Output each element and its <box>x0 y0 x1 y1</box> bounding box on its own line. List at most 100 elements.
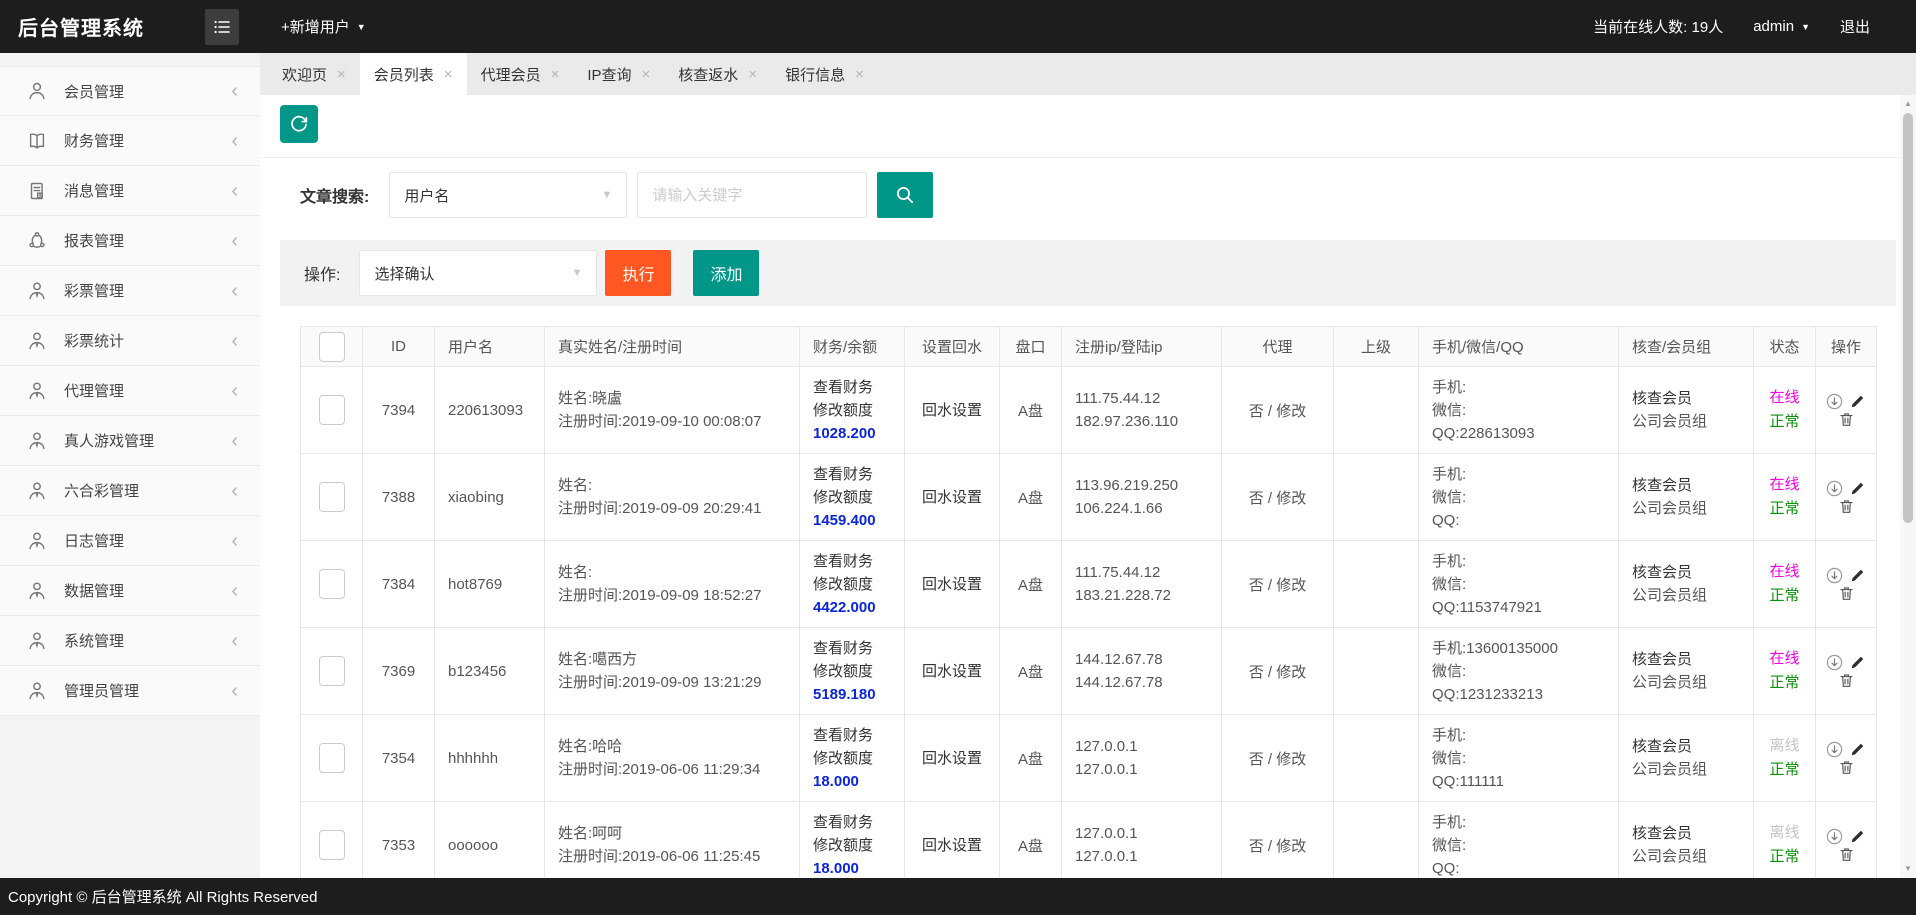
search-field-select[interactable]: 用户名 ▼ <box>389 172 627 218</box>
row-checkbox[interactable] <box>319 569 345 599</box>
tab-IP查询[interactable]: IP查询× <box>573 53 664 95</box>
check-member-link[interactable]: 核查会员 <box>1632 648 1692 671</box>
rebate-settings-link[interactable]: 回水设置 <box>922 573 982 596</box>
sidebar-item-label: 数据管理 <box>64 580 124 601</box>
scroll-down-icon[interactable]: ▼ <box>1900 862 1916 876</box>
select-all-checkbox[interactable] <box>319 332 345 362</box>
edit-icon[interactable] <box>1849 480 1866 497</box>
close-icon[interactable]: × <box>444 66 453 83</box>
row-checkbox[interactable] <box>319 482 345 512</box>
row-checkbox[interactable] <box>319 656 345 686</box>
scroll-up-icon[interactable]: ▲ <box>1900 97 1916 111</box>
vertical-scrollbar[interactable]: ▲ ▼ <box>1900 95 1916 878</box>
modify-quota-link[interactable]: 修改额度 <box>813 486 873 509</box>
scrollbar-thumb[interactable] <box>1903 113 1913 523</box>
tab-核查返水[interactable]: 核查返水× <box>664 53 771 95</box>
delete-icon[interactable] <box>1838 759 1855 776</box>
tab-欢迎页[interactable]: 欢迎页× <box>268 53 360 95</box>
download-icon[interactable] <box>1826 828 1843 845</box>
sidebar-item-财务管理[interactable]: 财务管理‹ <box>0 116 260 166</box>
edit-icon[interactable] <box>1849 828 1866 845</box>
edit-icon[interactable] <box>1849 741 1866 758</box>
modify-quota-link[interactable]: 修改额度 <box>813 573 873 596</box>
row-checkbox[interactable] <box>319 395 345 425</box>
delete-icon[interactable] <box>1838 672 1855 689</box>
download-icon[interactable] <box>1826 567 1843 584</box>
modify-quota-link[interactable]: 修改额度 <box>813 399 873 422</box>
menu-toggle-button[interactable] <box>205 9 239 45</box>
row-checkbox[interactable] <box>319 743 345 773</box>
refresh-button[interactable] <box>280 105 318 143</box>
rebate-settings-link[interactable]: 回水设置 <box>922 660 982 683</box>
delete-icon[interactable] <box>1838 498 1855 515</box>
check-member-link[interactable]: 核查会员 <box>1632 735 1692 758</box>
rebate-settings-link[interactable]: 回水设置 <box>922 486 982 509</box>
sidebar-item-系统管理[interactable]: 系统管理‹ <box>0 616 260 666</box>
edit-icon[interactable] <box>1849 393 1866 410</box>
sidebar-item-彩票统计[interactable]: 彩票统计‹ <box>0 316 260 366</box>
view-finance-link[interactable]: 查看财务 <box>813 724 873 747</box>
agent-modify-link[interactable]: 否 / 修改 <box>1222 454 1334 541</box>
tab-银行信息[interactable]: 银行信息× <box>771 53 878 95</box>
edit-icon[interactable] <box>1849 567 1866 584</box>
execute-button[interactable]: 执行 <box>605 250 671 296</box>
delete-icon[interactable] <box>1838 411 1855 428</box>
operation-select[interactable]: 选择确认 ▼ <box>359 250 597 296</box>
keyword-input[interactable] <box>637 172 867 218</box>
download-icon[interactable] <box>1826 393 1843 410</box>
check-member-link[interactable]: 核查会员 <box>1632 822 1692 845</box>
search-button[interactable] <box>877 172 933 218</box>
sidebar-item-管理员管理[interactable]: 管理员管理‹ <box>0 666 260 716</box>
rebate-settings-link[interactable]: 回水设置 <box>922 747 982 770</box>
cell-plate: A盘 <box>1000 454 1062 541</box>
sidebar-item-六合彩管理[interactable]: 六合彩管理‹ <box>0 466 260 516</box>
user-menu[interactable]: admin ▼ <box>1753 18 1810 35</box>
download-icon[interactable] <box>1826 654 1843 671</box>
logout-button[interactable]: 退出 <box>1840 16 1870 37</box>
rebate-settings-link[interactable]: 回水设置 <box>922 834 982 857</box>
close-icon[interactable]: × <box>855 66 864 83</box>
rebate-settings-link[interactable]: 回水设置 <box>922 399 982 422</box>
sidebar-item-代理管理[interactable]: 代理管理‹ <box>0 366 260 416</box>
row-checkbox[interactable] <box>319 830 345 860</box>
sidebar-item-真人游戏管理[interactable]: 真人游戏管理‹ <box>0 416 260 466</box>
sidebar-item-会员管理[interactable]: 会员管理‹ <box>0 66 260 116</box>
sidebar-item-数据管理[interactable]: 数据管理‹ <box>0 566 260 616</box>
close-icon[interactable]: × <box>551 66 560 83</box>
tab-会员列表[interactable]: 会员列表× <box>360 53 467 95</box>
modify-quota-link[interactable]: 修改额度 <box>813 660 873 683</box>
agent-modify-link[interactable]: 否 / 修改 <box>1222 628 1334 715</box>
close-icon[interactable]: × <box>642 66 651 83</box>
view-finance-link[interactable]: 查看财务 <box>813 550 873 573</box>
sidebar-item-彩票管理[interactable]: 彩票管理‹ <box>0 266 260 316</box>
delete-icon[interactable] <box>1838 585 1855 602</box>
view-finance-link[interactable]: 查看财务 <box>813 811 873 834</box>
view-finance-link[interactable]: 查看财务 <box>813 376 873 399</box>
agent-modify-link[interactable]: 否 / 修改 <box>1222 802 1334 879</box>
agent-modify-link[interactable]: 否 / 修改 <box>1222 541 1334 628</box>
sidebar-item-报表管理[interactable]: 报表管理‹ <box>0 216 260 266</box>
agent-modify-link[interactable]: 否 / 修改 <box>1222 367 1334 454</box>
add-button[interactable]: 添加 <box>693 250 759 296</box>
check-member-link[interactable]: 核查会员 <box>1632 387 1692 410</box>
cell-login-ip: 127.0.0.1 <box>1075 758 1221 781</box>
add-user-dropdown[interactable]: +新增用户 ▼ <box>281 16 366 37</box>
copyright-text: Copyright © 后台管理系统 All Rights Reserved <box>8 886 317 907</box>
column-header: 状态 <box>1754 327 1816 367</box>
download-icon[interactable] <box>1826 741 1843 758</box>
edit-icon[interactable] <box>1849 654 1866 671</box>
delete-icon[interactable] <box>1838 846 1855 863</box>
check-member-link[interactable]: 核查会员 <box>1632 474 1692 497</box>
view-finance-link[interactable]: 查看财务 <box>813 637 873 660</box>
view-finance-link[interactable]: 查看财务 <box>813 463 873 486</box>
download-icon[interactable] <box>1826 480 1843 497</box>
modify-quota-link[interactable]: 修改额度 <box>813 747 873 770</box>
close-icon[interactable]: × <box>748 66 757 83</box>
modify-quota-link[interactable]: 修改额度 <box>813 834 873 857</box>
tab-代理会员[interactable]: 代理会员× <box>467 53 574 95</box>
check-member-link[interactable]: 核查会员 <box>1632 561 1692 584</box>
sidebar-item-消息管理[interactable]: 消息管理‹ <box>0 166 260 216</box>
agent-modify-link[interactable]: 否 / 修改 <box>1222 715 1334 802</box>
sidebar-item-日志管理[interactable]: 日志管理‹ <box>0 516 260 566</box>
close-icon[interactable]: × <box>337 66 346 83</box>
